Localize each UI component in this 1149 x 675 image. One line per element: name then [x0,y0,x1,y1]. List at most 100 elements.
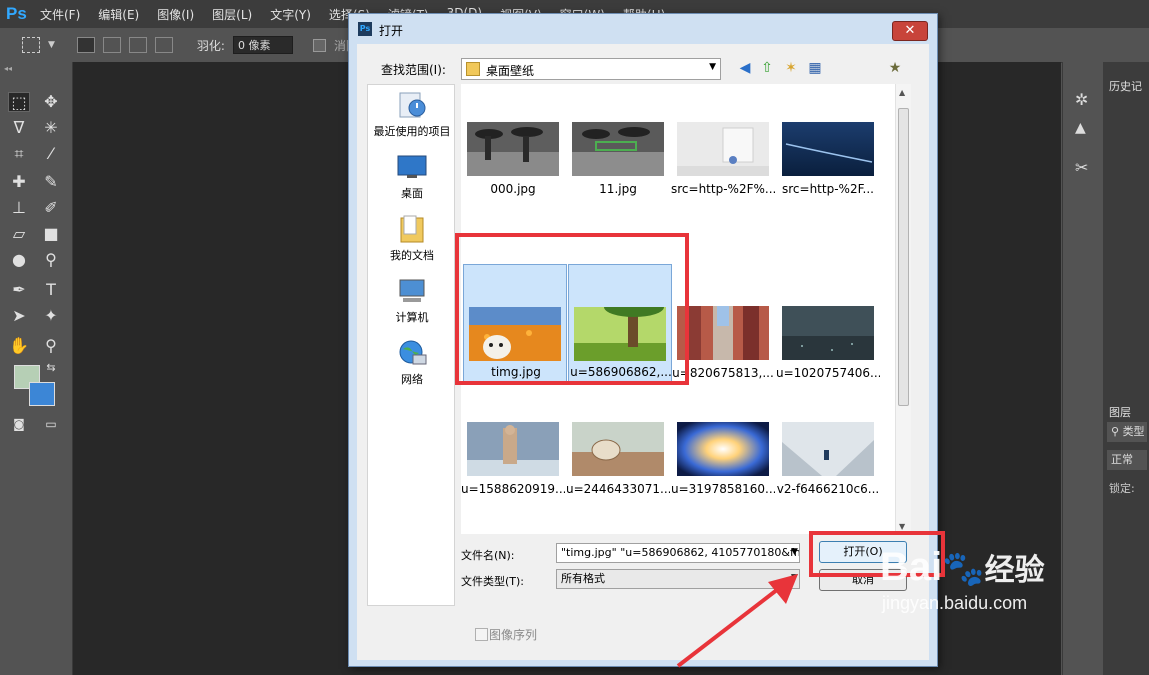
chevron-down-icon[interactable]: ▼ [791,547,798,557]
file-name: u=1020757406... [776,366,880,380]
place-recent[interactable]: 最近使用的项目 [368,91,456,139]
histogram-icon[interactable]: ▲ [1075,120,1086,136]
marquee-tool-icon[interactable]: ⬚ [8,92,30,112]
history-brush-tool-icon[interactable]: ✐ [40,198,62,218]
magic-wand-tool-icon[interactable]: ✳ [40,118,62,138]
background-color-swatch[interactable] [29,382,55,406]
scroll-thumb[interactable] [898,108,909,406]
file-item[interactable]: u=2446433071... [566,414,670,514]
file-item[interactable]: u=1588620919... [461,414,565,514]
place-label: 我的文档 [390,249,434,262]
file-item[interactable]: src=http-%2F... [776,116,880,216]
navigator-icon[interactable]: ✲ [1075,90,1088,109]
swap-colors-icon[interactable]: ⇆ [40,358,62,378]
view-menu-icon[interactable]: ▦ [805,58,825,78]
search-icon: ⚲ [1111,425,1120,438]
clone-stamp-tool-icon[interactable]: ⊥ [8,198,30,218]
add-selection-icon[interactable] [102,37,121,53]
menu-edit[interactable]: 编辑(E) [98,6,139,23]
pen-tool-icon[interactable]: ✒ [8,280,30,300]
baidu-watermark: Bai🐾经验 jingyan.baidu.com [880,545,1045,614]
new-folder-icon[interactable]: ✶ [781,58,801,78]
file-thumbnail [572,122,664,176]
eyedropper-tool-icon[interactable]: ⁄ [40,144,62,164]
place-label: 网络 [401,373,423,386]
filename-label: 文件名(N): [461,549,515,562]
dialog-title: 打开 [379,24,404,38]
collapse-icon[interactable]: ◂◂ [4,64,12,73]
type-tool-icon[interactable]: T [40,280,62,300]
file-item[interactable]: u=3197858160... [671,414,775,514]
file-item[interactable]: 000.jpg [461,116,565,216]
place-label: 最近使用的项目 [373,125,451,138]
image-sequence-checkbox[interactable] [475,628,488,641]
menu-layer[interactable]: 图层(L) [212,6,252,23]
layer-filter-field[interactable]: ⚲ 类型 [1107,422,1147,442]
chevron-down-icon[interactable]: ▼ [48,40,55,50]
feather-input[interactable]: 0 像素 [232,36,293,54]
file-item[interactable]: v2-f6466210c6... [776,414,880,514]
file-item[interactable]: u=1020757406... [776,306,880,406]
look-in-dropdown[interactable]: 桌面壁纸 ▼ [461,58,721,80]
documents-icon [397,215,427,243]
scroll-up-icon[interactable]: ▲ [899,88,905,97]
antialias-checkbox[interactable] [312,38,326,52]
annotation-highlight-selection [455,233,689,385]
layer-filter-label: 类型 [1122,425,1145,438]
path-selection-tool-icon[interactable]: ➤ [8,306,30,326]
menu-file[interactable]: 文件(F) [40,6,80,23]
history-tab[interactable]: 历史记 [1109,78,1142,94]
lasso-tool-icon[interactable]: ᐁ [8,118,30,138]
right-panel: 历史记 图层 ⚲ 类型 正常 锁定: [1103,62,1149,675]
look-in-label: 查找范围(I): [381,63,446,77]
file-thumbnail [782,122,874,176]
watermark-suffix: 经验 [984,554,1045,587]
file-item[interactable]: src=http-%2F%... [671,116,775,216]
file-name: 000.jpg [490,182,536,196]
dialog-titlebar[interactable]: Ps 打开 ✕ [349,14,937,44]
crop-tool-icon[interactable]: ⌗ [8,144,30,164]
scroll-down-icon[interactable]: ▼ [899,522,905,531]
screen-mode-icon[interactable]: ▭ [40,414,62,434]
intersect-selection-icon[interactable] [154,37,173,53]
filename-input[interactable]: "timg.jpg" "u=586906862, 4105770180&fm [556,543,800,563]
file-thumbnail [467,422,559,476]
tools-preset-icon[interactable]: ✂ [1075,158,1088,177]
healing-brush-tool-icon[interactable]: ✚ [8,172,30,192]
file-item[interactable]: 11.jpg [566,116,670,216]
close-button[interactable]: ✕ [892,21,928,41]
marquee-preset-icon[interactable] [22,37,40,53]
zoom-tool-icon[interactable]: ⚲ [40,336,62,356]
eraser-tool-icon[interactable]: ▱ [8,224,30,244]
menu-image[interactable]: 图像(I) [157,6,194,23]
blur-tool-icon[interactable]: ● [8,250,30,270]
new-selection-icon[interactable] [76,37,95,53]
quick-mask-icon[interactable]: ◙ [8,414,30,434]
file-thumbnail [677,306,769,360]
dodge-tool-icon[interactable]: ⚲ [40,250,62,270]
photoshop-logo: Ps [6,4,27,23]
file-thumbnail [782,422,874,476]
file-name: src=http-%2F... [782,182,874,196]
menu-type[interactable]: 文字(Y) [270,6,311,23]
file-thumbnail [572,422,664,476]
hand-tool-icon[interactable]: ✋ [8,336,30,356]
place-computer[interactable]: 计算机 [368,277,456,325]
file-list-scrollbar[interactable]: ▲ ▼ [895,84,911,534]
up-folder-icon[interactable]: ⇧ [757,58,777,78]
place-documents[interactable]: 我的文档 [368,215,456,263]
back-icon[interactable]: ◀ [735,58,755,78]
place-network[interactable]: 网络 [368,339,456,387]
place-desktop[interactable]: 桌面 [368,153,456,201]
gradient-tool-icon[interactable]: ■ [40,224,62,244]
shape-tool-icon[interactable]: ✦ [40,306,62,326]
file-name: u=2446433071... [566,482,670,496]
favorite-folder-icon[interactable]: ★ [885,58,905,78]
layers-tab[interactable]: 图层 [1109,404,1131,420]
brush-tool-icon[interactable]: ✎ [40,172,62,192]
move-tool-icon[interactable]: ✥ [40,92,62,112]
blend-mode-select[interactable]: 正常 [1107,450,1147,470]
places-bar: 最近使用的项目 桌面 我的文档 计算机 网络 [367,84,455,606]
chevron-down-icon: ▼ [709,62,716,72]
subtract-selection-icon[interactable] [128,37,147,53]
